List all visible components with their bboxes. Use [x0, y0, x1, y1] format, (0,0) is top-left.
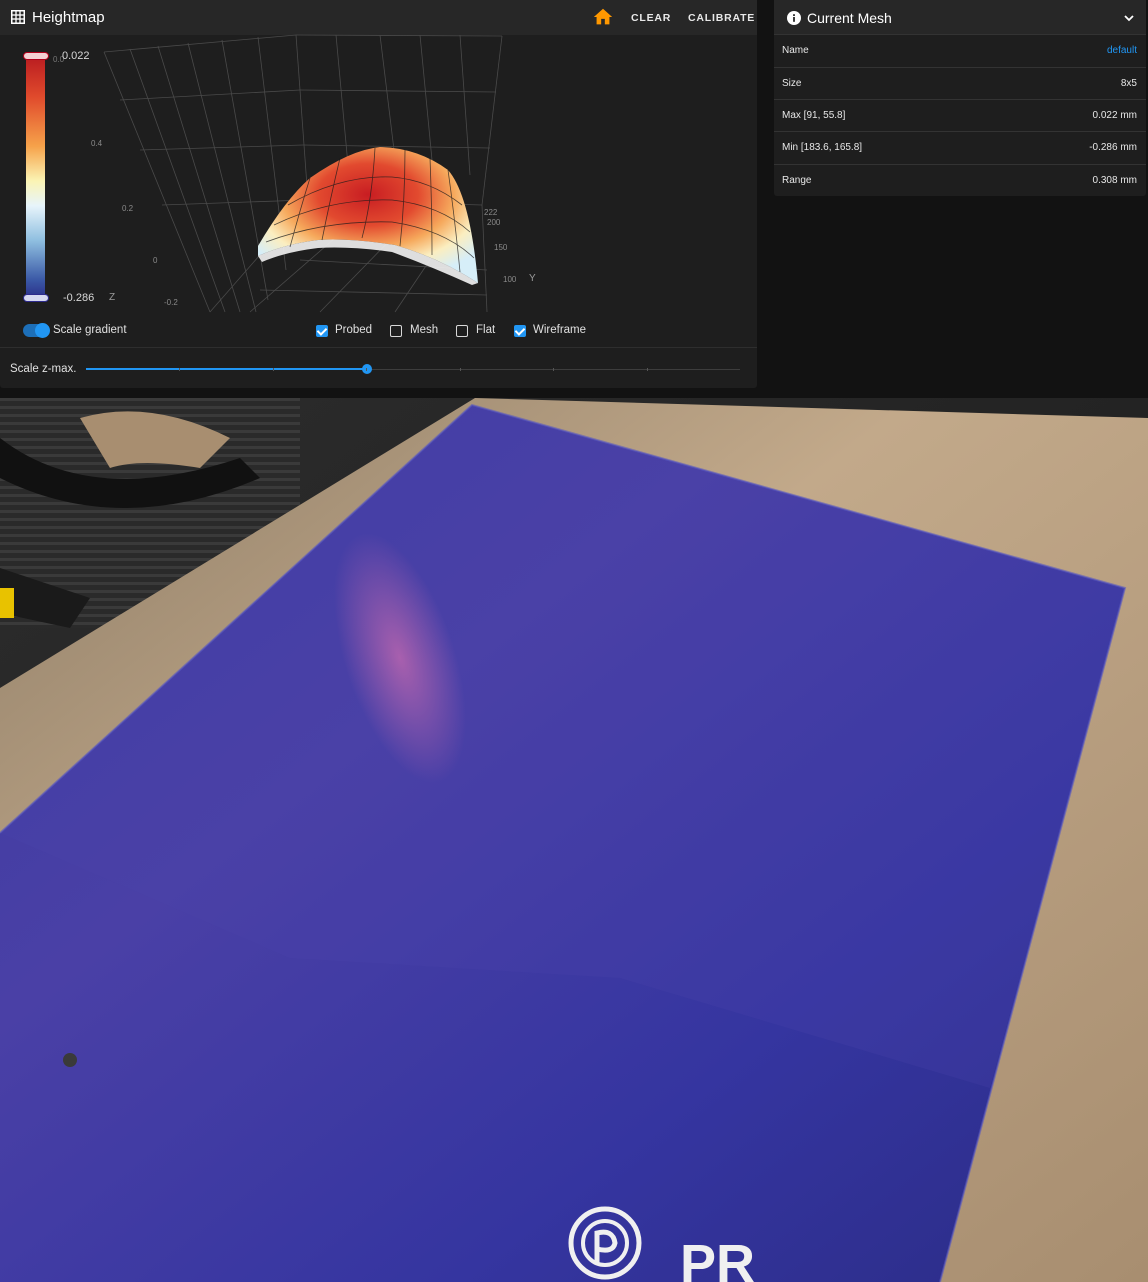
info-icon — [787, 11, 801, 25]
slider-tick — [366, 368, 368, 371]
gradient-min-handle[interactable] — [23, 294, 49, 302]
print-bed-photo: PR — [0, 398, 1148, 1282]
z-tick: 0.4 — [91, 139, 103, 148]
scale-zmax-label: Scale z-max. — [10, 363, 77, 375]
y-tick: 200 — [487, 218, 501, 227]
chevron-down-icon[interactable] — [1122, 11, 1136, 25]
flat-label: Flat — [476, 324, 496, 336]
mesh-name-link[interactable]: default — [1107, 45, 1137, 56]
z-tick: 0 — [153, 256, 158, 265]
mesh-row-key: Name — [782, 45, 809, 56]
logo-text: PR — [680, 1234, 755, 1282]
y-tick: 100 — [503, 275, 517, 284]
probed-checkbox[interactable] — [316, 325, 328, 337]
y-tick: 150 — [494, 243, 508, 252]
mesh-row-min: Min [183.6, 165.8] -0.286 mm — [774, 131, 1146, 164]
z-axis-label: Z — [109, 292, 116, 303]
gradient-max-handle[interactable] — [23, 52, 49, 60]
mesh-checkbox[interactable] — [390, 325, 402, 337]
z-tick: -0.2 — [164, 298, 178, 307]
mesh-row-max: Max [91, 55.8] 0.022 mm — [774, 99, 1146, 132]
mesh-row-size: Size 8x5 — [774, 67, 1146, 100]
gradient-min-label: -0.286 — [63, 292, 95, 304]
mesh-row-key: Max [91, 55.8] — [782, 110, 846, 121]
scale-gradient-label: Scale gradient — [53, 324, 127, 336]
gradient-max-label: 0.022 — [62, 50, 90, 62]
mesh-row-value: 0.308 mm — [1092, 175, 1137, 186]
slider-tick — [553, 368, 555, 371]
heightmap-card: Heightmap CLEAR CALIBRATE 0.0 0.022 -0.2… — [0, 0, 757, 388]
wireframe-label: Wireframe — [533, 324, 587, 336]
slider-tick — [646, 368, 648, 371]
mesh-row-name: Name default — [774, 34, 1146, 67]
mesh-row-key: Size — [782, 78, 802, 89]
divider — [0, 347, 757, 348]
mesh-row-value: 8x5 — [1120, 78, 1137, 89]
scale-gradient-toggle[interactable] — [23, 323, 50, 338]
y-tick: 222 — [484, 208, 498, 217]
mesh-row-key: Range — [782, 175, 812, 186]
wireframe-checkbox[interactable] — [514, 325, 526, 337]
current-mesh-title: Current Mesh — [807, 10, 892, 26]
slider-tick — [179, 368, 181, 371]
mesh-row-value: 0.022 mm — [1092, 110, 1137, 121]
toggle-knob — [35, 323, 50, 338]
mesh-row-value: -0.286 mm — [1089, 142, 1137, 153]
mesh-label: Mesh — [410, 324, 439, 336]
heightmap-3d-plot[interactable] — [0, 0, 757, 313]
mesh-row-range: Range 0.308 mm — [774, 164, 1146, 197]
slider-tick — [459, 368, 461, 371]
y-axis-label: Y — [529, 273, 536, 284]
mesh-row-key: Min [183.6, 165.8] — [782, 142, 863, 153]
slider-tick — [272, 368, 274, 371]
flat-checkbox[interactable] — [456, 325, 468, 337]
scale-zmax-slider-fill — [86, 368, 368, 370]
color-gradient-bar[interactable] — [26, 52, 45, 300]
probed-label: Probed — [335, 324, 373, 336]
current-mesh-card: Current Mesh Name default Size 8x5 Max [… — [774, 0, 1146, 196]
z-tick: 0.2 — [122, 204, 134, 213]
current-mesh-header[interactable]: Current Mesh — [774, 0, 1146, 35]
